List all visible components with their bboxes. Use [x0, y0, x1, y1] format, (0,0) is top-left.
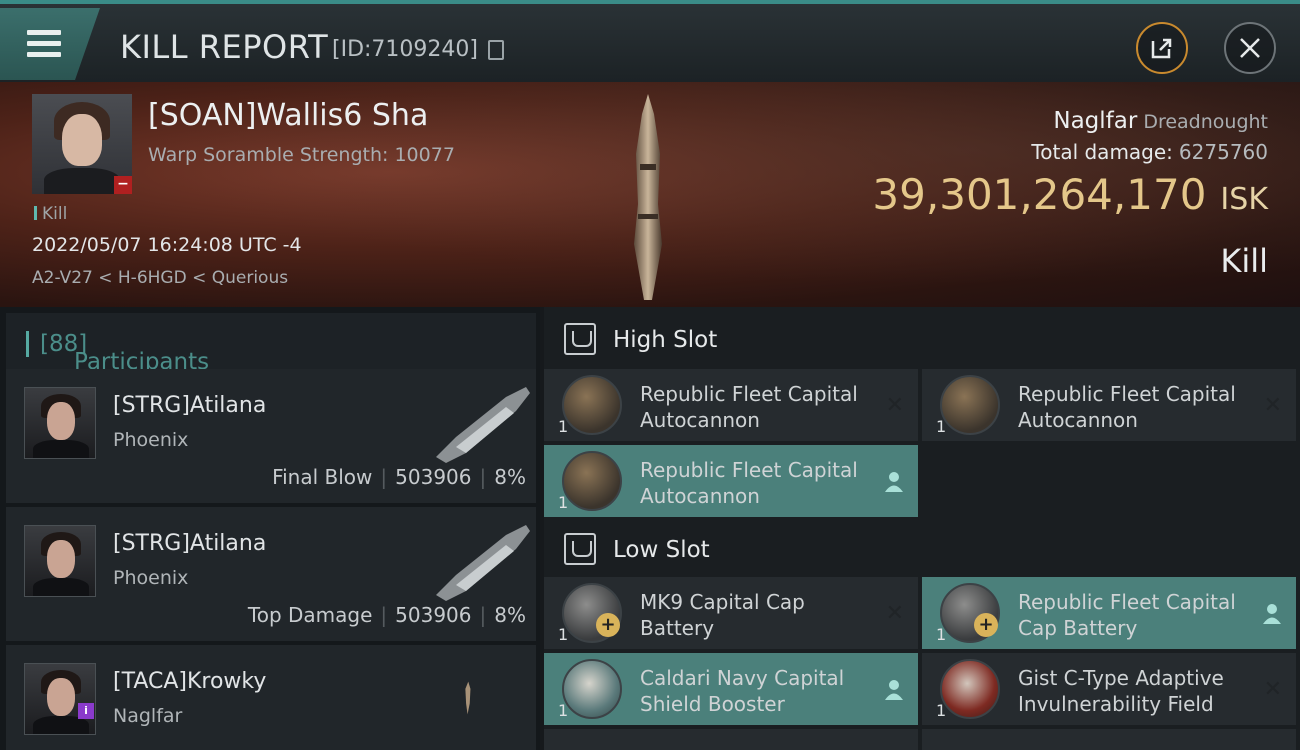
- module-name: MK9 Capital Cap Battery: [640, 590, 805, 640]
- total-damage-label: Total damage:: [1031, 140, 1173, 164]
- total-damage: Total damage: 6275760: [1031, 140, 1268, 164]
- top-bar: KILL REPORT [ID:7109240]: [0, 0, 1300, 82]
- participant-name: [TACA]Krowky: [113, 669, 267, 694]
- avatar[interactable]: [24, 525, 96, 597]
- module-name: Republic Fleet Capital Autocannon: [640, 458, 858, 508]
- module-name: Caldari Navy Capital Shield Booster: [640, 666, 845, 716]
- standing-badge: −: [114, 176, 132, 194]
- kill-tag: Kill: [34, 204, 67, 224]
- total-damage-value: 6275760: [1178, 140, 1268, 164]
- participants-header[interactable]: Participants [88]: [6, 313, 536, 375]
- copy-icon[interactable]: [488, 40, 504, 60]
- participant-ship: Naglfar: [113, 705, 183, 727]
- ship-type: Naglfar: [1053, 108, 1138, 134]
- participant-ship-image: [436, 525, 530, 601]
- isk-value: 39,301,264,170 ISK: [872, 170, 1268, 219]
- x-icon: ✕: [885, 393, 904, 418]
- avatar[interactable]: [24, 663, 96, 735]
- module-item[interactable]: [922, 729, 1296, 750]
- low-slot-icon: [564, 533, 596, 565]
- report-id: [ID:7109240]: [332, 37, 478, 62]
- participant-stats: Top Damage | 503906 | 8%: [247, 603, 526, 627]
- victim-name[interactable]: [SOAN]Wallis6 Sha: [148, 98, 428, 133]
- participant-name: [STRG]Atilana: [113, 531, 267, 556]
- victim-banner: − [SOAN]Wallis6 Sha Warp Soramble Streng…: [0, 82, 1300, 307]
- isk-unit: ISK: [1220, 182, 1268, 217]
- menu-button[interactable]: [0, 8, 100, 80]
- info-badge: i: [78, 703, 94, 719]
- participant-role: Final Blow: [272, 465, 373, 489]
- module-name: Gist C-Type Adaptive Invulnerability Fiel…: [1018, 666, 1224, 716]
- high-slot-label: High Slot: [613, 327, 718, 353]
- module-name: Republic Fleet Capital Autocannon: [1018, 382, 1236, 432]
- share-icon: [1151, 38, 1172, 59]
- module-item[interactable]: 1 Republic Fleet Capital Autocannon: [544, 445, 918, 517]
- autocannon-icon: [562, 375, 622, 435]
- victim-ship-image: [634, 94, 662, 300]
- hamburger-icon: [27, 30, 61, 58]
- autocannon-icon: [562, 451, 622, 511]
- module-item[interactable]: 1 Republic Fleet Capital Autocannon ✕: [544, 369, 918, 441]
- x-icon: ✕: [885, 601, 904, 626]
- low-slot-header: Low Slot: [544, 517, 1300, 581]
- kill-location[interactable]: A2-V27 < H-6HGD < Querious: [32, 268, 288, 288]
- participant-role: Top Damage: [247, 603, 373, 627]
- warp-scramble-strength: Warp Soramble Strength: 10077: [148, 144, 455, 166]
- module-item[interactable]: + 1 MK9 Capital Cap Battery ✕: [544, 577, 918, 649]
- participant-ship-image: [465, 681, 471, 715]
- plus-icon: +: [596, 613, 620, 637]
- module-item[interactable]: 1 Republic Fleet Capital Autocannon ✕: [922, 369, 1296, 441]
- high-slot-header: High Slot: [544, 307, 1300, 371]
- module-quantity: 1: [558, 417, 569, 436]
- module-quantity: 1: [936, 417, 947, 436]
- participant-damage: 503906: [395, 465, 472, 489]
- autocannon-icon: [940, 375, 1000, 435]
- close-icon: [1240, 38, 1260, 58]
- participant-percent: 8%: [494, 465, 526, 489]
- victim-ship-name[interactable]: Naglfar Dreadnought: [1053, 108, 1268, 134]
- shield-booster-icon: [562, 659, 622, 719]
- module-name: Republic Fleet Capital Cap Battery: [1018, 590, 1236, 640]
- participant-name: [STRG]Atilana: [113, 393, 267, 418]
- module-quantity: 1: [558, 625, 569, 644]
- module-item[interactable]: 1 Gist C-Type Adaptive Invulnerability Fi…: [922, 653, 1296, 725]
- share-button[interactable]: [1136, 22, 1188, 74]
- person-icon: [885, 680, 903, 700]
- participant-percent: 8%: [494, 603, 526, 627]
- participants-panel: Participants [88] [STRG]Atilana Phoenix …: [0, 307, 540, 750]
- participant-ship: Phoenix: [113, 567, 189, 589]
- module-quantity: 1: [936, 625, 947, 644]
- page-title: KILL REPORT: [120, 28, 329, 66]
- avatar[interactable]: [24, 387, 96, 459]
- participant-ship-image: [436, 387, 530, 463]
- participant-row[interactable]: i [TACA]Krowky Naglfar: [6, 645, 536, 750]
- invulnerability-field-icon: [940, 659, 1000, 719]
- participant-stats: Final Blow | 503906 | 8%: [272, 465, 526, 489]
- ship-class: Dreadnought: [1143, 111, 1268, 133]
- module-quantity: 1: [558, 493, 569, 512]
- fitting-panel: High Slot 1 Republic Fleet Capital Autoca…: [544, 307, 1300, 750]
- module-item[interactable]: [544, 729, 918, 750]
- participant-damage: 503906: [395, 603, 472, 627]
- result-label: Kill: [1220, 242, 1268, 280]
- plus-icon: +: [974, 613, 998, 637]
- module-quantity: 1: [936, 701, 947, 720]
- participant-row[interactable]: [STRG]Atilana Phoenix Final Blow | 503906 |…: [6, 369, 536, 503]
- participant-ship: Phoenix: [113, 429, 189, 451]
- x-icon: ✕: [1263, 677, 1282, 702]
- module-quantity: 1: [558, 701, 569, 720]
- kill-datetime: 2022/05/07 16:24:08 UTC -4: [32, 234, 302, 256]
- person-icon: [885, 472, 903, 492]
- high-slot-icon: [564, 323, 596, 355]
- person-icon: [1263, 604, 1281, 624]
- close-button[interactable]: [1224, 22, 1276, 74]
- x-icon: ✕: [1263, 393, 1282, 418]
- module-name: Republic Fleet Capital Autocannon: [640, 382, 858, 432]
- module-item[interactable]: + 1 Republic Fleet Capital Cap Battery: [922, 577, 1296, 649]
- module-item[interactable]: 1 Caldari Navy Capital Shield Booster: [544, 653, 918, 725]
- isk-amount: 39,301,264,170: [872, 170, 1207, 219]
- low-slot-label: Low Slot: [613, 537, 710, 563]
- participant-row[interactable]: [STRG]Atilana Phoenix Top Damage | 503906 |…: [6, 507, 536, 641]
